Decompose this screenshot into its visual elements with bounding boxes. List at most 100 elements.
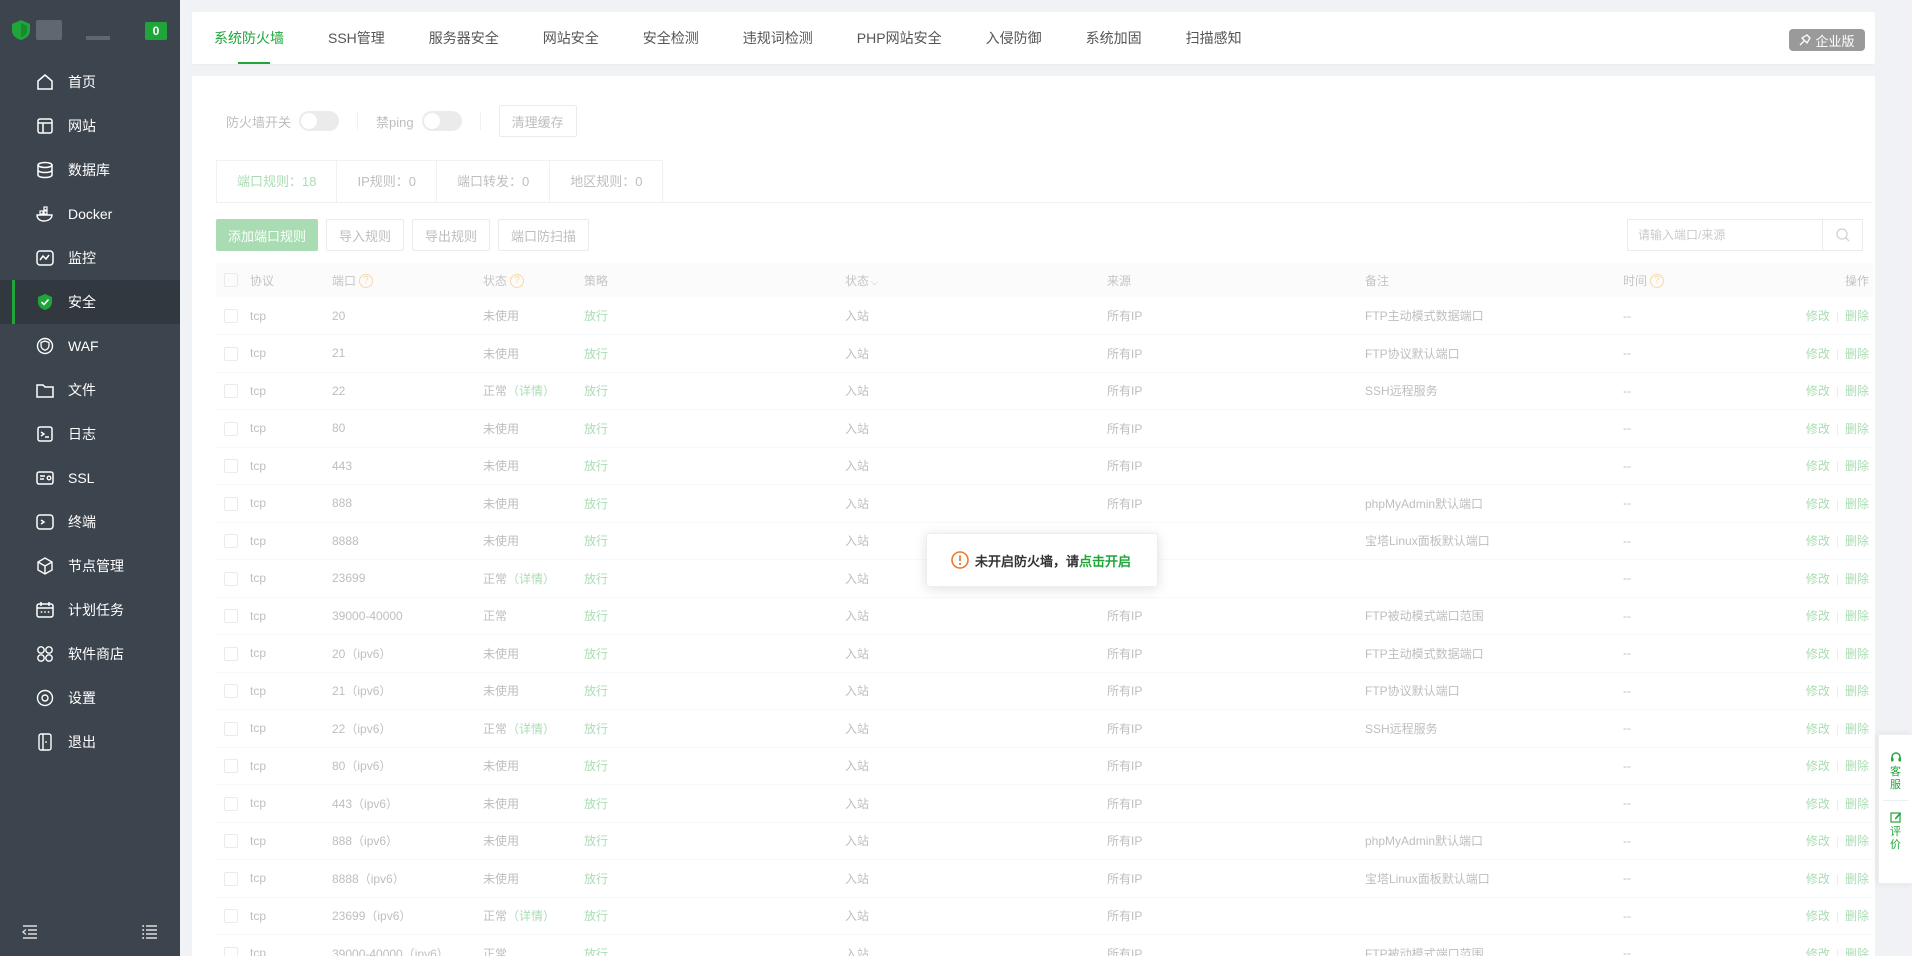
row-checkbox[interactable] bbox=[224, 308, 238, 323]
tab-0[interactable]: 系统防火墙 bbox=[192, 12, 284, 64]
edit-link[interactable]: 修改 bbox=[1806, 572, 1830, 586]
delete-link[interactable]: 删除 bbox=[1845, 309, 1869, 323]
ping-switch[interactable] bbox=[421, 111, 462, 131]
subtab-3[interactable]: 地区规则：0 bbox=[550, 161, 662, 203]
row-checkbox[interactable] bbox=[224, 834, 238, 849]
edit-link[interactable]: 修改 bbox=[1806, 834, 1830, 848]
tab-8[interactable]: 系统加固 bbox=[1064, 12, 1142, 64]
delete-link[interactable]: 删除 bbox=[1845, 497, 1869, 511]
sidebar-item-home[interactable]: 首页 bbox=[0, 60, 180, 104]
tab-9[interactable]: 扫描感知 bbox=[1164, 12, 1242, 64]
detail-link[interactable]: （详情） bbox=[507, 909, 555, 923]
delete-link[interactable]: 删除 bbox=[1845, 797, 1869, 811]
row-checkbox[interactable] bbox=[224, 721, 238, 736]
row-checkbox[interactable] bbox=[224, 759, 238, 774]
delete-link[interactable]: 删除 bbox=[1845, 722, 1869, 736]
edit-link[interactable]: 修改 bbox=[1806, 459, 1830, 473]
sidebar-item-monitor[interactable]: 监控 bbox=[0, 236, 180, 280]
delete-link[interactable]: 删除 bbox=[1845, 422, 1869, 436]
search-button[interactable] bbox=[1822, 220, 1862, 250]
delete-link[interactable]: 删除 bbox=[1845, 534, 1869, 548]
sidebar-item-waf[interactable]: WAF bbox=[0, 324, 180, 368]
tab-6[interactable]: PHP网站安全 bbox=[835, 12, 942, 64]
add-port-rule-button[interactable]: 添加端口规则 bbox=[216, 219, 319, 251]
tab-7[interactable]: 入侵防御 bbox=[964, 12, 1042, 64]
sidebar-item-logout[interactable]: 退出 bbox=[0, 720, 180, 764]
edit-link[interactable]: 修改 bbox=[1806, 684, 1830, 698]
tab-1[interactable]: SSH管理 bbox=[306, 12, 385, 64]
edit-link[interactable]: 修改 bbox=[1806, 722, 1830, 736]
row-checkbox[interactable] bbox=[224, 459, 238, 474]
edit-link[interactable]: 修改 bbox=[1806, 872, 1830, 886]
delete-link[interactable]: 删除 bbox=[1845, 909, 1869, 923]
enterprise-button[interactable]: 企业版 bbox=[1789, 29, 1865, 51]
collapse-icon[interactable] bbox=[21, 924, 38, 942]
delete-link[interactable]: 删除 bbox=[1845, 572, 1869, 586]
help-icon[interactable]: ? bbox=[359, 274, 374, 289]
clear-cache-button[interactable]: 清理缓存 bbox=[498, 105, 577, 137]
delete-link[interactable]: 删除 bbox=[1845, 759, 1869, 773]
help-icon[interactable]: ? bbox=[1650, 274, 1665, 289]
delete-link[interactable]: 删除 bbox=[1845, 872, 1869, 886]
edit-link[interactable]: 修改 bbox=[1806, 909, 1830, 923]
sidebar-item-database[interactable]: 数据库 bbox=[0, 148, 180, 192]
detail-link[interactable]: （详情） bbox=[507, 722, 555, 736]
delete-link[interactable]: 删除 bbox=[1845, 947, 1869, 956]
subtab-0[interactable]: 端口规则：18 bbox=[217, 161, 338, 203]
row-checkbox[interactable] bbox=[224, 534, 238, 549]
row-checkbox[interactable] bbox=[224, 946, 238, 956]
row-checkbox[interactable] bbox=[224, 496, 238, 511]
sidebar-item-log[interactable]: 日志 bbox=[0, 412, 180, 456]
row-checkbox[interactable] bbox=[224, 571, 238, 586]
row-checkbox[interactable] bbox=[224, 909, 238, 924]
edit-link[interactable]: 修改 bbox=[1806, 947, 1830, 956]
row-checkbox[interactable] bbox=[224, 384, 238, 399]
tab-3[interactable]: 网站安全 bbox=[521, 12, 599, 64]
row-checkbox[interactable] bbox=[224, 684, 238, 699]
sidebar-item-node[interactable]: 节点管理 bbox=[0, 544, 180, 588]
sidebar-item-shield[interactable]: 安全 bbox=[0, 280, 180, 324]
row-checkbox[interactable] bbox=[224, 871, 238, 886]
sidebar-item-website[interactable]: 网站 bbox=[0, 104, 180, 148]
delete-link[interactable]: 删除 bbox=[1845, 647, 1869, 661]
sidebar-item-ssl[interactable]: SSL bbox=[0, 456, 180, 500]
subtab-1[interactable]: IP规则：0 bbox=[337, 161, 437, 203]
sidebar-item-docker[interactable]: Docker bbox=[0, 192, 180, 236]
sidebar-item-settings[interactable]: 设置 bbox=[0, 676, 180, 720]
delete-link[interactable]: 删除 bbox=[1845, 347, 1869, 361]
page-scrollbar[interactable] bbox=[1898, 12, 1908, 952]
edit-link[interactable]: 修改 bbox=[1806, 609, 1830, 623]
row-checkbox[interactable] bbox=[224, 609, 238, 624]
tab-2[interactable]: 服务器安全 bbox=[407, 12, 499, 64]
sidebar-item-calendar[interactable]: 计划任务 bbox=[0, 588, 180, 632]
tab-4[interactable]: 安全检测 bbox=[621, 12, 699, 64]
import-rules-button[interactable]: 导入规则 bbox=[326, 219, 405, 251]
menu-list-icon[interactable] bbox=[142, 924, 158, 942]
subtab-2[interactable]: 端口转发：0 bbox=[437, 161, 551, 203]
sidebar-item-folder[interactable]: 文件 bbox=[0, 368, 180, 412]
export-rules-button[interactable]: 导出规则 bbox=[412, 219, 491, 251]
edit-link[interactable]: 修改 bbox=[1806, 759, 1830, 773]
search-input[interactable] bbox=[1628, 220, 1822, 250]
edit-link[interactable]: 修改 bbox=[1806, 347, 1830, 361]
enable-firewall-link[interactable]: 点击开启 bbox=[1079, 551, 1131, 570]
edit-link[interactable]: 修改 bbox=[1806, 534, 1830, 548]
port-scan-protect-button[interactable]: 端口防扫描 bbox=[498, 219, 590, 251]
sidebar-item-terminal[interactable]: 终端 bbox=[0, 500, 180, 544]
edit-link[interactable]: 修改 bbox=[1806, 309, 1830, 323]
delete-link[interactable]: 删除 bbox=[1845, 684, 1869, 698]
row-checkbox[interactable] bbox=[224, 646, 238, 661]
firewall-switch[interactable] bbox=[299, 111, 340, 131]
delete-link[interactable]: 删除 bbox=[1845, 609, 1869, 623]
edit-link[interactable]: 修改 bbox=[1806, 422, 1830, 436]
help-icon[interactable]: ? bbox=[510, 274, 525, 289]
message-badge[interactable]: 0 bbox=[145, 22, 167, 40]
delete-link[interactable]: 删除 bbox=[1845, 834, 1869, 848]
detail-link[interactable]: （详情） bbox=[507, 384, 555, 398]
edit-link[interactable]: 修改 bbox=[1806, 797, 1830, 811]
col-direction[interactable]: 状态 ⌵ bbox=[845, 263, 1107, 297]
row-checkbox[interactable] bbox=[224, 421, 238, 436]
delete-link[interactable]: 删除 bbox=[1845, 459, 1869, 473]
select-all-checkbox[interactable] bbox=[224, 273, 238, 288]
delete-link[interactable]: 删除 bbox=[1845, 384, 1869, 398]
